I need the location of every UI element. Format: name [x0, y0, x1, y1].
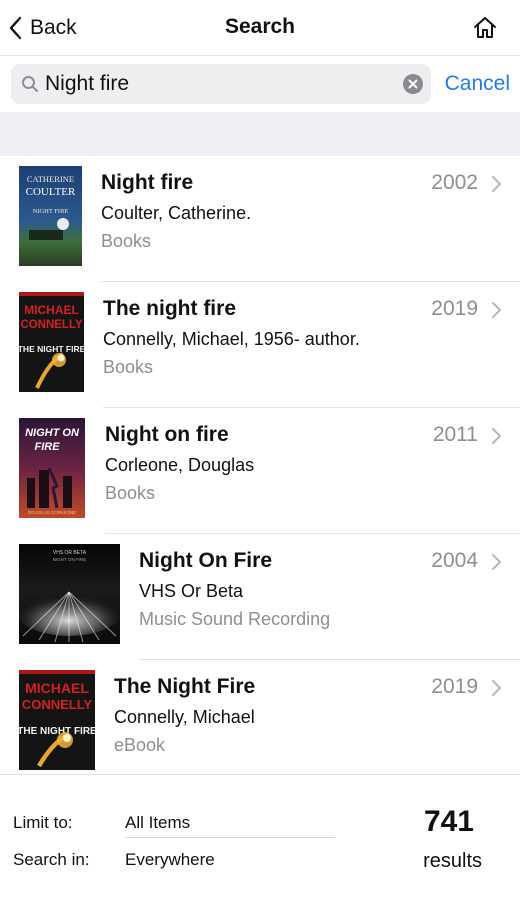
book-cover: MICHAEL CONNELLY THE NIGHT FIRE	[19, 670, 95, 770]
navigation-bar: Back Search	[0, 0, 520, 56]
result-count: 741	[423, 805, 474, 838]
chevron-right-icon	[492, 428, 501, 444]
album-cover: VHS OR BETA NIGHT ON FIRE	[19, 544, 120, 644]
result-format: Books	[103, 357, 154, 377]
result-title: Night On Fire	[139, 549, 272, 572]
search-in-label: Search in:	[13, 850, 90, 869]
section-spacer	[0, 112, 520, 156]
cover-line1: NIGHT ON	[25, 427, 80, 439]
result-format: Books	[105, 483, 156, 503]
result-format: eBook	[114, 735, 166, 755]
result-title: The night fire	[103, 297, 236, 320]
result-author: VHS Or Beta	[139, 581, 244, 601]
page-title: Search	[224, 15, 296, 38]
result-year: 2019	[431, 297, 478, 320]
chevron-right-icon	[492, 680, 501, 696]
search-bar: Cancel	[0, 56, 520, 112]
result-year: 2004	[431, 549, 478, 572]
result-format: Music Sound Recording	[139, 609, 331, 629]
chevron-right-icon	[492, 554, 501, 570]
cover-line2: CONNELLY	[22, 697, 93, 712]
cover-line1: CATHERINE	[27, 174, 74, 184]
results-list: CATHERINE COULTER NIGHT FIRE Night fire …	[0, 156, 520, 774]
list-item[interactable]: NIGHT ON FIRE DOUGLAS CORLEONE Night on …	[0, 408, 520, 534]
result-author: Connelly, Michael	[114, 707, 255, 727]
search-in-selector[interactable]: Everywhere	[125, 850, 215, 870]
result-author: Coulter, Catherine.	[101, 203, 252, 223]
cover-line2: NIGHT ON FIRE	[53, 557, 86, 562]
cover-line3: NIGHT FIRE	[33, 208, 69, 215]
result-title: Night on fire	[105, 423, 229, 446]
result-title: The Night Fire	[114, 675, 256, 698]
result-title: Night fire	[101, 171, 194, 194]
book-cover: NIGHT ON FIRE DOUGLAS CORLEONE	[19, 418, 85, 518]
result-count-label: results	[423, 850, 482, 872]
result-author: Connelly, Michael, 1956- author.	[103, 329, 360, 349]
chevron-right-icon	[492, 176, 501, 192]
list-item[interactable]: MICHAEL CONNELLY THE NIGHT FIRE The Nigh…	[0, 660, 520, 774]
cover-line2: FIRE	[34, 441, 60, 453]
result-year: 2002	[431, 171, 478, 194]
list-item[interactable]: CATHERINE COULTER NIGHT FIRE Night fire …	[0, 156, 520, 282]
cover-line3: THE NIGHT FIRE	[19, 726, 95, 737]
book-cover: CATHERINE COULTER NIGHT FIRE	[19, 166, 82, 266]
list-item[interactable]: VHS OR BETA NIGHT ON FIRE Night On Fire …	[0, 534, 520, 660]
cover-line1: MICHAEL	[24, 303, 79, 317]
result-year: 2019	[431, 675, 478, 698]
cover-line1: VHS OR BETA	[53, 550, 87, 556]
result-year: 2011	[432, 423, 478, 446]
search-icon	[22, 76, 38, 92]
cover-line2: CONNELLY	[20, 319, 83, 331]
clear-icon[interactable]	[403, 74, 423, 94]
result-format: Books	[101, 231, 152, 251]
cover-line2: COULTER	[26, 186, 76, 198]
cover-line3: THE NIGHT FIRE	[19, 344, 84, 354]
search-input[interactable]	[45, 66, 395, 102]
cover-line3: DOUGLAS CORLEONE	[28, 510, 77, 515]
search-field[interactable]	[11, 64, 431, 104]
limit-selector[interactable]: All Items	[125, 813, 190, 833]
home-icon[interactable]	[472, 14, 498, 40]
result-author: Corleone, Douglas	[105, 455, 255, 475]
footer-divider	[125, 837, 335, 838]
chevron-right-icon	[492, 302, 501, 318]
cover-line1: MICHAEL	[25, 680, 89, 696]
list-item[interactable]: MICHAEL CONNELLY THE NIGHT FIRE The nigh…	[0, 282, 520, 408]
limit-label: Limit to:	[13, 813, 73, 832]
search-footer: Limit to: All Items Search in: Everywher…	[0, 774, 520, 900]
book-cover: MICHAEL CONNELLY THE NIGHT FIRE	[19, 292, 84, 392]
cancel-button[interactable]: Cancel	[445, 72, 510, 96]
